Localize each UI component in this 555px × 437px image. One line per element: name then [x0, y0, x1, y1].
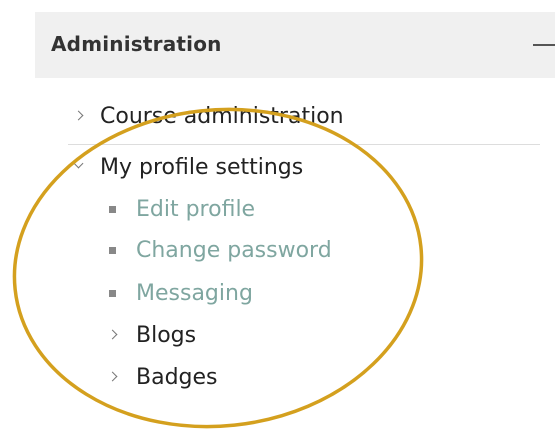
tree-item-my-profile-settings[interactable]: My profile settings — [72, 152, 303, 182]
block-title: Administration — [51, 32, 222, 56]
tree-item-messaging[interactable]: Messaging — [106, 278, 253, 308]
tree-item-course-administration[interactable]: Course administration — [72, 101, 344, 131]
tree-item-badges[interactable]: Badges — [106, 362, 218, 392]
chevron-right-icon — [72, 101, 90, 131]
change-password-link[interactable]: Change password — [136, 238, 332, 263]
edit-profile-link[interactable]: Edit profile — [136, 197, 255, 222]
chevron-right-icon — [106, 320, 126, 350]
messaging-link[interactable]: Messaging — [136, 281, 253, 306]
tree-item-edit-profile[interactable]: Edit profile — [106, 194, 255, 224]
square-bullet-icon — [106, 235, 126, 265]
tree-item-label: Course administration — [100, 103, 344, 129]
tree-item-label: My profile settings — [100, 154, 304, 180]
divider — [68, 144, 540, 145]
square-bullet-icon — [106, 194, 126, 224]
square-bullet-icon — [106, 278, 126, 308]
chevron-down-icon — [72, 152, 90, 182]
minus-icon[interactable] — [533, 34, 555, 56]
chevron-right-icon — [106, 362, 126, 392]
tree-item-change-password[interactable]: Change password — [106, 235, 332, 265]
administration-block-header: Administration — [35, 12, 555, 78]
tree-item-label: Blogs — [136, 322, 197, 348]
tree-item-label: Badges — [136, 364, 218, 390]
tree-item-blogs[interactable]: Blogs — [106, 320, 196, 350]
